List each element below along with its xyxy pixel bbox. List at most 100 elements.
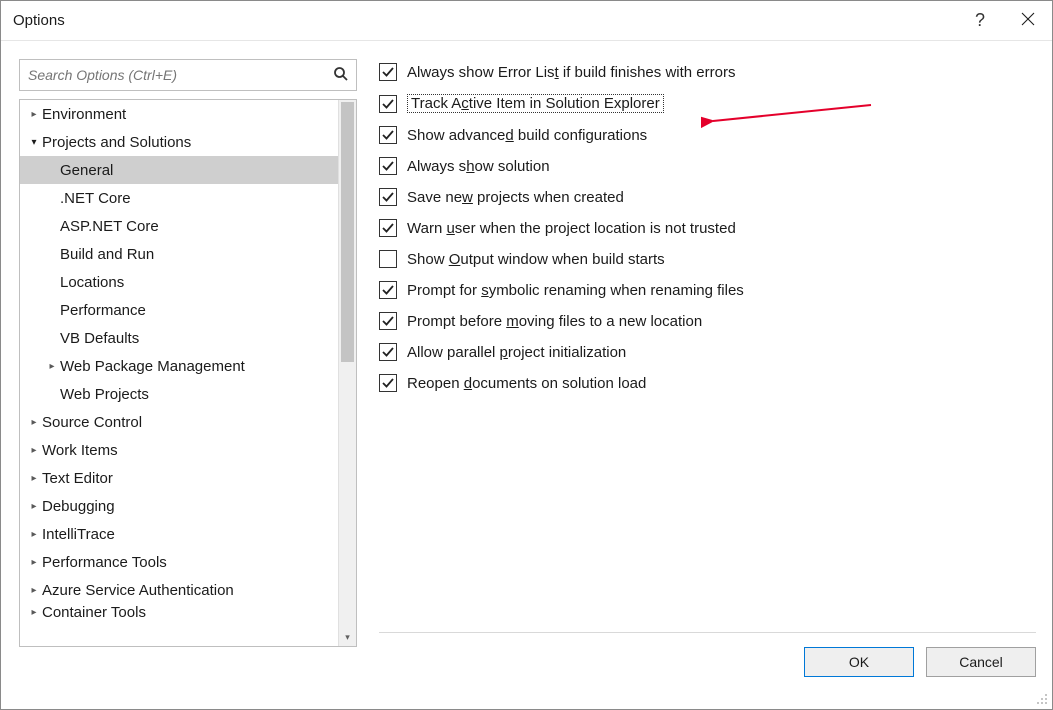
- titlebar: Options ?: [1, 1, 1052, 41]
- checkbox[interactable]: [379, 126, 397, 144]
- tree-item[interactable]: ASP.NET Core: [20, 212, 356, 240]
- tree-item[interactable]: Locations: [20, 268, 356, 296]
- tree-item[interactable]: .NET Core: [20, 184, 356, 212]
- resize-grip-icon[interactable]: [1035, 692, 1049, 706]
- chevron-right-icon[interactable]: ▸: [26, 417, 42, 428]
- checkbox[interactable]: [379, 343, 397, 361]
- tree-item[interactable]: Performance: [20, 296, 356, 324]
- tree-item[interactable]: ▾Projects and Solutions: [20, 128, 356, 156]
- option-label[interactable]: Show advanced build configurations: [407, 127, 647, 144]
- tree-item[interactable]: ▸Environment: [20, 100, 356, 128]
- checkbox[interactable]: [379, 188, 397, 206]
- label-pre: Always s: [407, 158, 466, 175]
- chevron-right-icon[interactable]: ▸: [26, 557, 42, 568]
- option-label[interactable]: Always show Error List if build finishes…: [407, 64, 735, 81]
- search-input[interactable]: [20, 60, 326, 90]
- checkbox[interactable]: [379, 157, 397, 175]
- checkbox[interactable]: [379, 63, 397, 81]
- option-label[interactable]: Warn user when the project location is n…: [407, 220, 736, 237]
- chevron-down-icon[interactable]: ▾: [26, 137, 42, 148]
- tree-item-label: Web Projects: [60, 386, 149, 403]
- chevron-right-icon[interactable]: ▸: [26, 473, 42, 484]
- label-post: ymbolic renaming when renaming files: [489, 282, 744, 299]
- search-box[interactable]: [19, 59, 357, 91]
- chevron-right-icon[interactable]: ▸: [26, 501, 42, 512]
- option-label[interactable]: Always show solution: [407, 158, 550, 175]
- chevron-right-icon[interactable]: ▸: [26, 109, 42, 120]
- tree-scrollbar[interactable]: ▾: [338, 100, 356, 646]
- check-icon: [381, 345, 395, 359]
- tree-item[interactable]: General: [20, 156, 356, 184]
- tree-item[interactable]: VB Defaults: [20, 324, 356, 352]
- cancel-button[interactable]: Cancel: [926, 647, 1036, 677]
- tree-item-label: Container Tools: [42, 604, 146, 620]
- label-access-key: d: [464, 375, 472, 392]
- option-row: Allow parallel project initialization: [379, 343, 1036, 361]
- option-row: Save new projects when created: [379, 188, 1036, 206]
- chevron-right-icon[interactable]: ▸: [44, 361, 60, 372]
- tree-item[interactable]: ▸Web Package Management: [20, 352, 356, 380]
- checkbox[interactable]: [379, 281, 397, 299]
- option-row: Track Active Item in Solution Explorer: [379, 94, 1036, 113]
- option-label[interactable]: Save new projects when created: [407, 189, 624, 206]
- label-post: projects when created: [473, 189, 624, 206]
- tree-item[interactable]: ▸Debugging: [20, 492, 356, 520]
- tree-item[interactable]: ▸Text Editor: [20, 464, 356, 492]
- checkbox[interactable]: [379, 312, 397, 330]
- label-pre: Warn: [407, 220, 446, 237]
- option-label[interactable]: Show Output window when build starts: [407, 251, 665, 268]
- tree-item-label: Locations: [60, 274, 124, 291]
- tree-item[interactable]: ▸Work Items: [20, 436, 356, 464]
- option-label[interactable]: Track Active Item in Solution Explorer: [407, 94, 664, 113]
- check-icon: [381, 65, 395, 79]
- tree-item[interactable]: Build and Run: [20, 240, 356, 268]
- help-button[interactable]: ?: [956, 1, 1004, 41]
- tree-item-label: Build and Run: [60, 246, 154, 263]
- check-icon: [381, 159, 395, 173]
- ok-button[interactable]: OK: [804, 647, 914, 677]
- tree-item-label: ASP.NET Core: [60, 218, 159, 235]
- search-button[interactable]: [326, 60, 356, 90]
- right-pane: Always show Error List if build finishes…: [379, 59, 1036, 647]
- label-post: ser when the project location is not tru…: [455, 220, 736, 237]
- tree-item[interactable]: ▸Source Control: [20, 408, 356, 436]
- chevron-right-icon[interactable]: ▸: [26, 585, 42, 596]
- close-button[interactable]: [1004, 1, 1052, 41]
- chevron-right-icon[interactable]: ▸: [26, 445, 42, 456]
- label-pre: Track A: [411, 95, 461, 112]
- chevron-right-icon[interactable]: ▸: [26, 529, 42, 540]
- label-pre: Prompt for: [407, 282, 481, 299]
- label-access-key: c: [461, 95, 469, 112]
- option-row: Warn user when the project location is n…: [379, 219, 1036, 237]
- option-label[interactable]: Prompt before moving files to a new loca…: [407, 313, 702, 330]
- window-title: Options: [13, 12, 65, 29]
- label-pre: Prompt before: [407, 313, 506, 330]
- tree-item-label: VB Defaults: [60, 330, 139, 347]
- tree-item[interactable]: ▸Performance Tools: [20, 548, 356, 576]
- label-pre: Reopen: [407, 375, 464, 392]
- chevron-right-icon[interactable]: ▸: [26, 607, 42, 618]
- scrollbar-thumb[interactable]: [341, 102, 354, 362]
- checkbox[interactable]: [379, 374, 397, 392]
- option-label[interactable]: Reopen documents on solution load: [407, 375, 646, 392]
- tree-item[interactable]: ▸IntelliTrace: [20, 520, 356, 548]
- checkbox[interactable]: [379, 250, 397, 268]
- help-icon: ?: [975, 10, 985, 31]
- label-post: utput window when build starts: [460, 251, 664, 268]
- tree-item-label: Web Package Management: [60, 358, 245, 375]
- tree-item[interactable]: Web Projects: [20, 380, 356, 408]
- checkbox[interactable]: [379, 95, 397, 113]
- check-icon: [381, 221, 395, 235]
- scroll-down-icon[interactable]: ▾: [339, 628, 356, 646]
- option-label[interactable]: Prompt for symbolic renaming when renami…: [407, 282, 744, 299]
- checkbox[interactable]: [379, 219, 397, 237]
- option-row: Show Output window when build starts: [379, 250, 1036, 268]
- label-access-key: p: [500, 344, 508, 361]
- tree-item[interactable]: ▸Azure Service Authentication: [20, 576, 356, 604]
- label-access-key: O: [449, 251, 461, 268]
- check-icon: [381, 97, 395, 111]
- category-tree[interactable]: ▸Environment▾Projects and SolutionsGener…: [19, 99, 357, 647]
- option-row: Prompt for symbolic renaming when renami…: [379, 281, 1036, 299]
- option-label[interactable]: Allow parallel project initialization: [407, 344, 626, 361]
- tree-item[interactable]: ▸Container Tools: [20, 604, 356, 620]
